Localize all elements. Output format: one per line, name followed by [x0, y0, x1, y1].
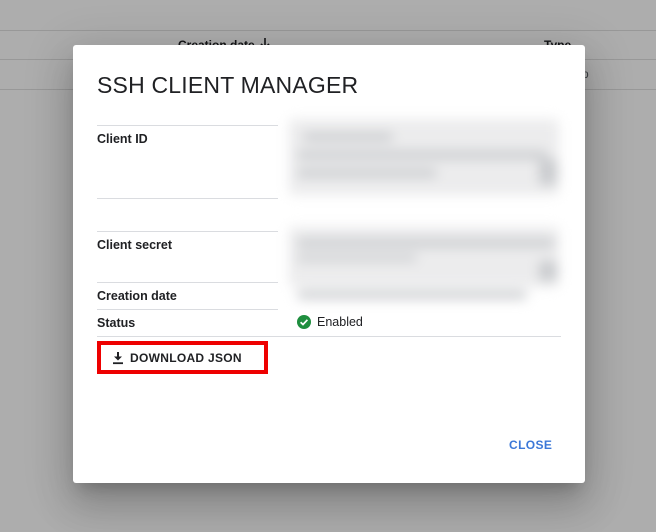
detail-row-creation-date: Creation date [97, 282, 278, 310]
detail-row-client-secret: Client secret [97, 231, 278, 283]
download-json-label: DOWNLOAD JSON [130, 350, 242, 365]
redacted-values [283, 115, 567, 315]
close-button[interactable]: CLOSE [509, 438, 552, 452]
download-json-button[interactable]: DOWNLOAD JSON [97, 341, 268, 374]
status-value: Enabled [297, 315, 363, 329]
detail-row-status: Status [97, 309, 278, 337]
ssh-client-dialog: SSH CLIENT MANAGER Client ID Client secr… [73, 45, 585, 483]
detail-row-client-id: Client ID [97, 125, 278, 199]
detail-row-spacer [97, 198, 278, 232]
details-bottom-divider [97, 336, 561, 337]
client-id-label: Client ID [97, 132, 148, 146]
dialog-title: SSH CLIENT MANAGER [97, 72, 359, 98]
creation-date-label: Creation date [97, 289, 177, 303]
download-icon [113, 351, 123, 364]
status-value-text: Enabled [317, 315, 363, 329]
status-label: Status [97, 316, 136, 330]
client-secret-label: Client secret [97, 238, 173, 252]
check-circle-icon [297, 315, 311, 329]
